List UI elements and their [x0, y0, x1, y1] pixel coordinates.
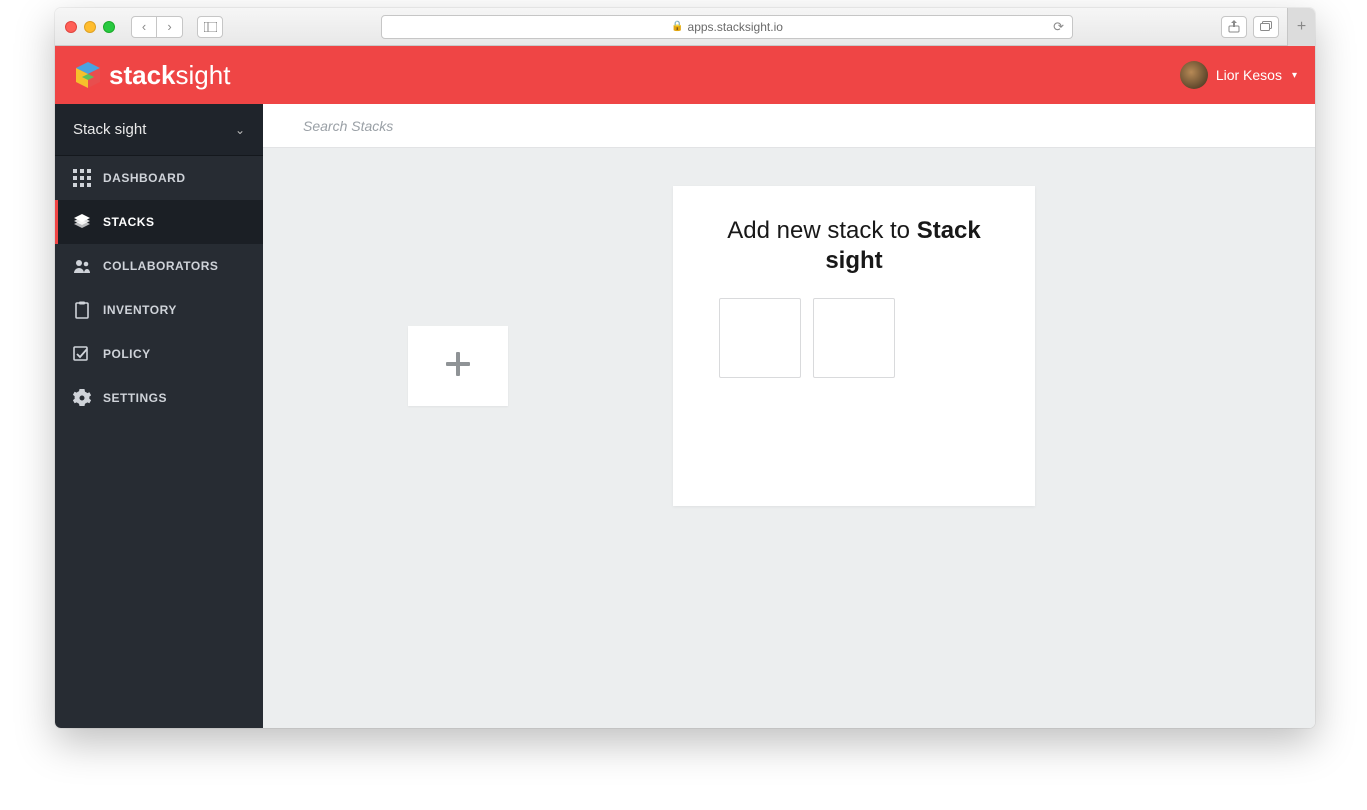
project-selector[interactable]: Stack sight ⌄ — [55, 104, 263, 156]
tabs-button[interactable] — [1253, 16, 1279, 38]
tech-grid: JS php — [701, 298, 1007, 472]
forward-button[interactable]: › — [157, 16, 183, 38]
reload-icon[interactable]: ⟳ — [1053, 19, 1064, 35]
add-stack-tile[interactable] — [408, 326, 508, 406]
url-bar[interactable]: 🔒 apps.stacksight.io ⟳ — [381, 15, 1073, 39]
grid-icon — [73, 169, 91, 187]
tech-option-meteor[interactable] — [719, 392, 801, 472]
clipboard-icon — [73, 301, 91, 319]
search-bar — [263, 104, 1315, 148]
browser-chrome: ‹ › 🔒 apps.stacksight.io ⟳ + — [55, 8, 1315, 46]
project-name: Stack sight — [73, 121, 146, 138]
window-maximize-button[interactable] — [103, 21, 115, 33]
avatar — [1180, 61, 1208, 89]
tech-option-drupal[interactable] — [719, 298, 801, 378]
sidebar-nav: DASHBOARD STACKS COLLABORATORS — [55, 156, 263, 420]
content: Add new stack to Stack sight — [263, 148, 1315, 728]
share-button[interactable] — [1221, 16, 1247, 38]
app: stacksight Lior Kesos ▾ Stack sight ⌄ — [55, 46, 1315, 728]
browser-window: ‹ › 🔒 apps.stacksight.io ⟳ + — [55, 8, 1315, 728]
sidebar-item-inventory[interactable]: INVENTORY — [55, 288, 263, 332]
gear-icon — [73, 389, 91, 407]
url-text: apps.stacksight.io — [688, 20, 783, 34]
layers-icon — [73, 213, 91, 231]
sidebar-item-stacks[interactable]: STACKS — [55, 200, 263, 244]
tech-option-mean[interactable] — [907, 298, 989, 378]
sidebar-toggle-button[interactable] — [197, 16, 223, 38]
user-menu[interactable]: Lior Kesos ▾ — [1180, 61, 1297, 89]
nav-back-forward: ‹ › — [131, 16, 183, 38]
chevron-down-icon: ⌄ — [235, 123, 245, 137]
logo[interactable]: stacksight — [73, 60, 230, 91]
sidebar-item-label: SETTINGS — [103, 391, 167, 405]
plus-icon — [444, 350, 472, 383]
sidebar-item-collaborators[interactable]: COLLABORATORS — [55, 244, 263, 288]
tech-option-php[interactable]: php — [907, 392, 989, 472]
topbar: stacksight Lior Kesos ▾ — [55, 46, 1315, 104]
logo-cube-icon — [73, 60, 103, 90]
search-input[interactable] — [303, 118, 1275, 134]
sidebar-item-policy[interactable]: POLICY — [55, 332, 263, 376]
back-button[interactable]: ‹ — [131, 16, 157, 38]
add-stack-card: Add new stack to Stack sight — [673, 186, 1035, 506]
chrome-right-controls — [1221, 16, 1279, 38]
window-close-button[interactable] — [65, 21, 77, 33]
new-tab-button[interactable]: + — [1287, 8, 1315, 46]
sidebar-item-label: STACKS — [103, 215, 154, 229]
tech-option-wordpress[interactable] — [813, 298, 895, 378]
card-title: Add new stack to Stack sight — [701, 216, 1007, 276]
window-minimize-button[interactable] — [84, 21, 96, 33]
sidebar-item-label: COLLABORATORS — [103, 259, 218, 273]
sidebar-item-label: POLICY — [103, 347, 151, 361]
sidebar-item-label: INVENTORY — [103, 303, 177, 317]
chevron-down-icon: ▾ — [1292, 70, 1297, 81]
body: Stack sight ⌄ DASHBOARD STACKS — [55, 104, 1315, 728]
sidebar-item-settings[interactable]: SETTINGS — [55, 376, 263, 420]
lock-icon: 🔒 — [671, 21, 683, 32]
logo-text: stacksight — [109, 60, 230, 91]
people-icon — [73, 257, 91, 275]
sidebar-item-label: DASHBOARD — [103, 171, 186, 185]
window-controls — [65, 21, 115, 33]
tech-option-nodejs[interactable]: JS — [813, 392, 895, 472]
sidebar: Stack sight ⌄ DASHBOARD STACKS — [55, 104, 263, 728]
checklist-icon — [73, 345, 91, 363]
user-name: Lior Kesos — [1216, 67, 1282, 83]
sidebar-item-dashboard[interactable]: DASHBOARD — [55, 156, 263, 200]
main: Add new stack to Stack sight — [263, 104, 1315, 728]
